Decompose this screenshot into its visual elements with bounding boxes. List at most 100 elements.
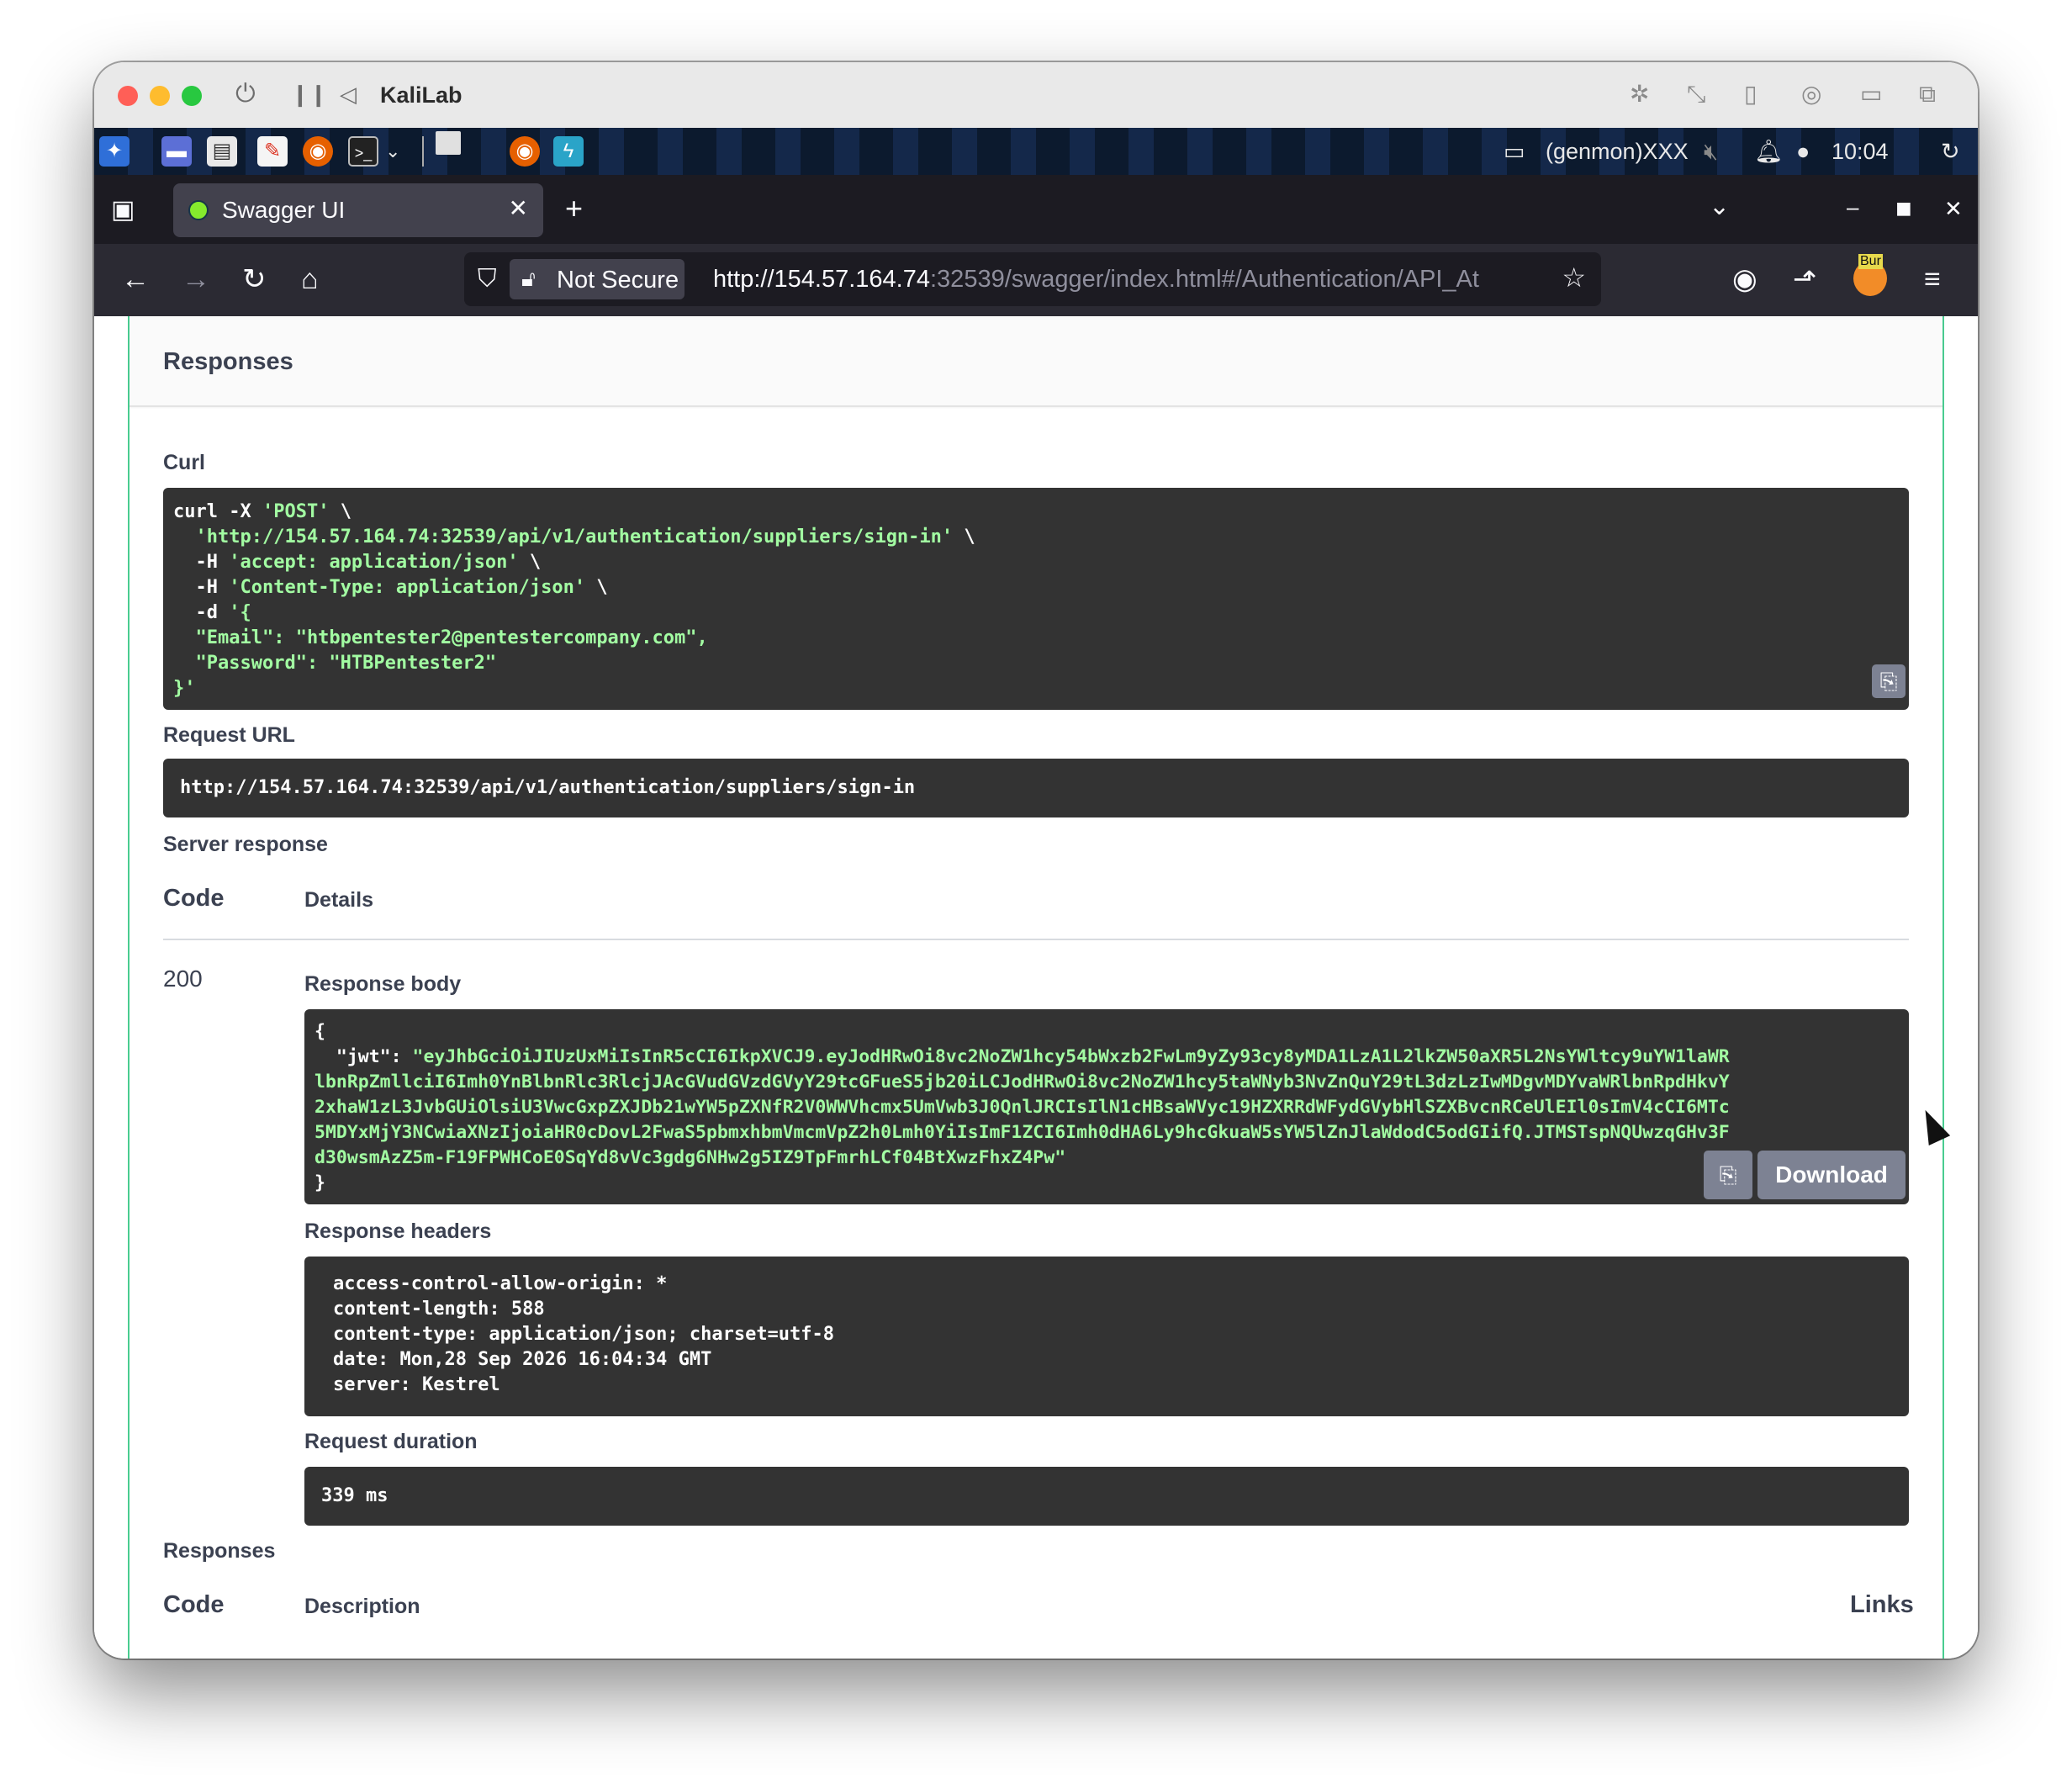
copy-response-icon[interactable]: ⎘ [1704,1151,1752,1199]
download-button[interactable]: Download [1758,1151,1906,1199]
site-info-button[interactable]: 🔓︎ Not Secure [510,259,684,299]
folder-icon[interactable]: ▭ [1860,77,1882,111]
close-window-button[interactable] [118,86,138,106]
response-headers-block[interactable]: access-control-allow-origin: * content-l… [304,1257,1909,1416]
url-text[interactable]: http://154.57.164.74:32539/swagger/index… [713,264,1554,294]
new-tab-icon[interactable]: + [565,192,583,225]
request-url-label: Request URL [163,723,295,747]
maximize-browser-icon[interactable]: ◼ [1895,192,1912,225]
minimize-window-button[interactable] [150,86,170,106]
tab-title: Swagger UI [222,197,346,223]
curl-body-email: "Email": "htbpentester2@pentestercompany… [173,627,708,648]
curl-body-open: '{ [229,602,251,623]
back-button[interactable]: ← [121,262,150,296]
text-editor-icon[interactable]: ✎ [257,136,288,167]
list-all-tabs-icon[interactable]: ⌄ [1709,190,1730,224]
brightness-icon[interactable]: ✲ [1630,77,1649,111]
curl-command-block[interactable]: curl -X 'POST' \ 'http://154.57.164.74:3… [163,488,1909,710]
volume-muted-icon[interactable]: 🔇︎ [1704,136,1718,167]
browser-tabstrip: ▣ Swagger UI ✕ + ⌄ – ◼ ✕ [94,175,1978,244]
curl-url: 'http://154.57.164.74:32539/api/v1/authe… [173,526,954,548]
curl-header: 'accept: application/json' [229,552,519,573]
jwt-value-line: 5MDYxMjY3NCwiaXNzIjoiaHR0cDovL2FwaS5pbmx… [314,1122,1730,1143]
copy-curl-icon[interactable]: ⎘ [1872,664,1906,698]
responses-label: Responses [163,1539,276,1563]
curl-text: \ [329,501,352,522]
kali-menu-icon[interactable]: ✦ [99,136,130,167]
request-duration-block[interactable]: 339 ms [304,1467,1909,1526]
notification-bell-icon[interactable]: 🔔︎ [1754,136,1783,167]
response-body-block[interactable]: { "jwt": "eyJhbGciOiJIUzUxMiIsInR5cCI6Ik… [304,1009,1909,1204]
reload-button[interactable]: ↻ [242,262,267,296]
firefox-view-icon[interactable]: ▣ [111,193,135,227]
terminal-dropdown-icon[interactable]: ⌄ [385,136,400,167]
insecure-lock-icon: 🔓︎ [521,266,536,291]
browser-toolbar: ← → ↻ ⌂ ⛉ 🔓︎ Not Secure http://154.57.16… [94,244,1978,316]
account-icon[interactable]: ◉ [1732,262,1758,296]
burp-window-icon[interactable]: ϟ [553,136,584,167]
close-browser-icon[interactable]: ✕ [1944,192,1963,225]
table-divider [163,939,1909,940]
panel-clock[interactable]: 10:04 [1832,136,1889,167]
code-column-header: Code [163,1591,225,1618]
burp-extension-badge: Bur [1858,254,1883,269]
details-column-header: Details [304,888,373,912]
header-line: date: Mon,28 Sep 2026 16:04:34 GMT [333,1349,712,1370]
curl-text: \ [585,577,608,598]
response-status-code: 200 [163,966,203,992]
back-triangle-icon[interactable]: ◁ [340,77,357,111]
request-url-block[interactable]: http://154.57.164.74:32539/api/v1/authen… [163,759,1909,817]
description-column-header: Description [304,1595,420,1618]
links-column-header: Links [1850,1591,1914,1618]
response-body-label: Response body [304,972,462,996]
header-line: access-control-allow-origin: * [333,1273,668,1294]
curl-method: 'POST' [262,501,330,522]
tab-swagger-ui[interactable]: Swagger UI ✕ [173,183,543,237]
refresh-icon[interactable]: ↻ [1941,136,1960,167]
forward-button[interactable]: → [182,262,210,296]
responses-title: Responses [163,348,293,375]
power-icon[interactable]: ⏻ [235,77,256,111]
header-line: content-type: application/json; charset=… [333,1324,835,1345]
zoom-window-button[interactable] [182,86,202,106]
request-duration-label: Request duration [304,1430,478,1453]
curl-label: Curl [163,451,205,474]
jwt-value-line: lbnRpZmllciI6Imh0YnBlbnRlc3RlcjJAcGVudGV… [314,1071,1730,1093]
curl-text: \ [518,552,542,573]
url-host: http://154.57.164.74 [713,266,930,293]
curl-body-close: }' [173,678,196,699]
pause-icon[interactable]: ❙❙ [291,77,328,111]
tracking-shield-icon[interactable]: ⛉ [478,262,497,296]
firefox-window-icon[interactable]: ◉ [510,136,540,167]
file-manager-icon[interactable]: ▤ [207,136,237,167]
home-button[interactable]: ⌂ [301,262,319,296]
desktop-icon[interactable]: ▬ [161,136,192,167]
terminal-icon[interactable]: >_ [348,136,378,167]
app-menu-icon[interactable]: ≡ [1924,262,1941,296]
json-brace: { [314,1021,325,1042]
burp-extension-icon[interactable]: Bur [1853,254,1887,296]
swagger-favicon-icon [188,200,209,220]
code-column-header: Code [163,885,225,912]
minimize-browser-icon[interactable]: – [1847,190,1858,224]
usb-icon[interactable]: ▯ [1744,77,1757,111]
windows-icon[interactable]: ⧉ [1919,77,1936,111]
monitor-icon[interactable]: ▭ [1504,136,1525,167]
curl-text: -H [173,577,230,598]
url-bar[interactable]: ⛉ 🔓︎ Not Secure http://154.57.164.74:325… [464,252,1601,306]
request-url-value: http://154.57.164.74:32539/api/v1/authen… [180,777,916,798]
curl-text: curl -X [173,501,262,522]
bookmark-star-icon[interactable]: ☆ [1562,261,1586,294]
request-duration-value: 339 ms [321,1485,388,1506]
extensions-icon[interactable]: ⬏ [1793,262,1816,296]
power-manager-icon[interactable]: ● [1796,136,1810,167]
url-path: :32539/swagger/index.html#/Authenticatio… [930,266,1479,293]
header-line: server: Kestrel [333,1374,500,1395]
jwt-key: "jwt": [314,1046,413,1067]
firefox-launcher-icon[interactable]: ◉ [303,136,333,167]
resize-icon[interactable]: ⤡ [1687,77,1705,111]
json-brace: } [314,1172,325,1193]
camera-icon[interactable]: ◎ [1801,77,1821,111]
close-tab-icon[interactable]: ✕ [509,193,528,224]
workspace-preview-icon[interactable] [436,131,461,155]
